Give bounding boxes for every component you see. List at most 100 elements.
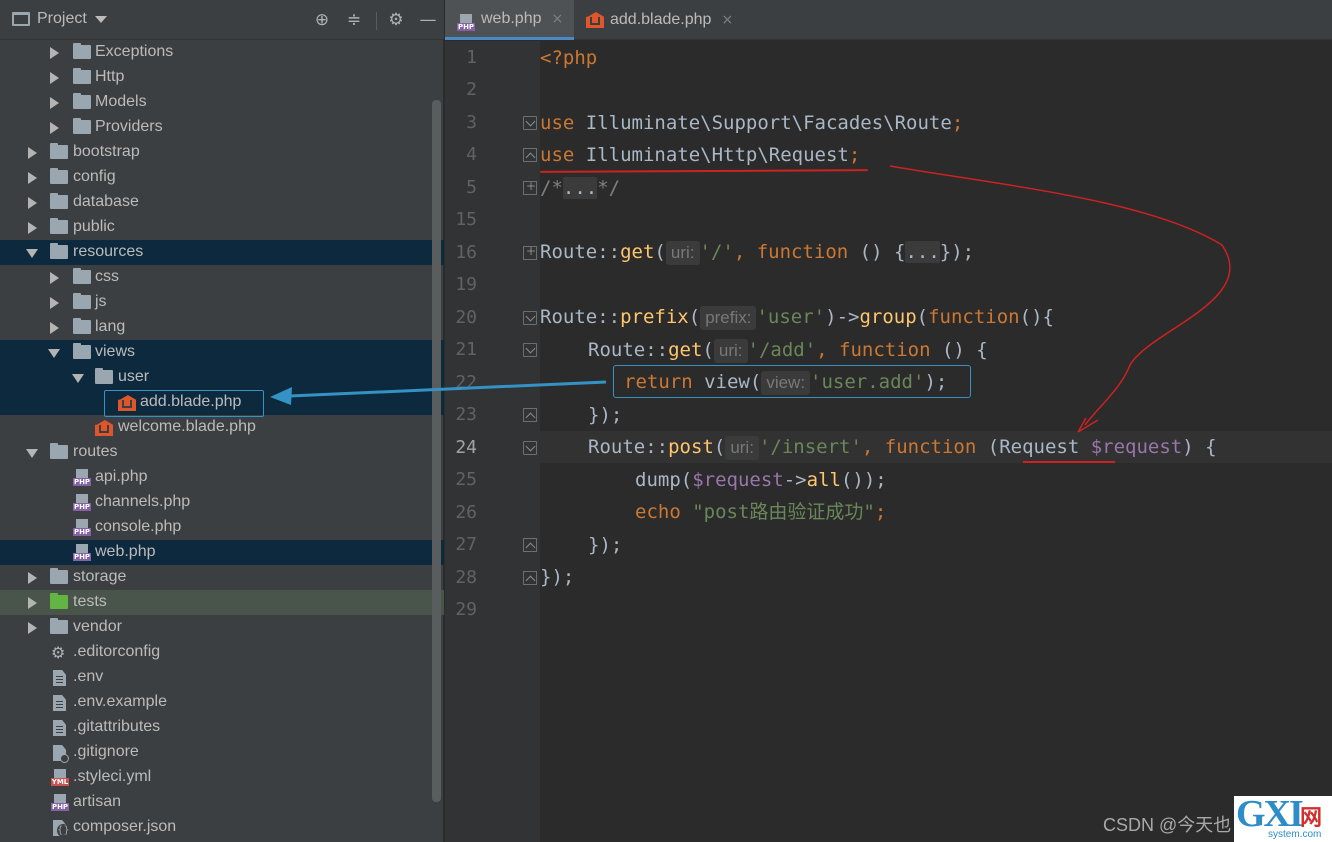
tree-item-routes[interactable]: routes (0, 440, 444, 465)
expand-arrow-icon[interactable] (28, 622, 37, 634)
tree-item-css[interactable]: css (0, 265, 444, 290)
folder-icon (73, 293, 91, 309)
tree-item-js[interactable]: js (0, 290, 444, 315)
tree-item-artisan[interactable]: PHP artisan (0, 790, 444, 815)
expand-arrow-icon[interactable] (28, 222, 37, 234)
collapse-arrow-icon[interactable] (26, 449, 38, 458)
fold-marker-icon[interactable] (523, 311, 537, 325)
line-number: 15 (455, 209, 477, 230)
code-line-23: }); (588, 403, 622, 427)
expand-arrow-icon[interactable] (28, 197, 37, 209)
tree-item-gitattributes[interactable]: .gitattributes (0, 715, 444, 740)
fold-marker-icon[interactable] (523, 343, 537, 357)
tree-item-composer-json[interactable]: {} composer.json (0, 815, 444, 840)
expand-arrow-icon[interactable] (50, 122, 59, 134)
tree-item-channels-php[interactable]: PHP channels.php (0, 490, 444, 515)
tree-item-label: resources (73, 243, 144, 260)
tree-item-welcome-blade[interactable]: welcome.blade.php (0, 415, 444, 440)
tree-item-label: api.php (95, 468, 148, 485)
tree-item-user[interactable]: user (0, 365, 444, 390)
tree-item-models[interactable]: Models (0, 90, 444, 115)
tree-item-public[interactable]: public (0, 215, 444, 240)
tab-add-blade-php[interactable]: add.blade.php × (574, 0, 744, 40)
collapse-all-icon[interactable]: ≑ (344, 10, 364, 30)
json-file-icon: {} (51, 820, 70, 838)
php-file-icon: PHP (73, 519, 91, 536)
blade-file-icon (118, 395, 136, 411)
expand-arrow-icon[interactable] (50, 272, 59, 284)
tree-item-config[interactable]: config (0, 165, 444, 190)
code-editor[interactable]: 1 2 3 4 5 15 16 19 20 21 22 23 24 25 26 … (445, 41, 1332, 842)
tree-item-lang[interactable]: lang (0, 315, 444, 340)
tree-item-add-blade[interactable]: add.blade.php (0, 390, 444, 417)
punct: () { (930, 339, 988, 361)
tree-item-console-php[interactable]: PHP console.php (0, 515, 444, 540)
expand-arrow-icon[interactable] (50, 297, 59, 309)
tree-item-vendor[interactable]: vendor (0, 615, 444, 640)
fold-expand-icon[interactable] (523, 244, 537, 260)
code-line-21: Route::get(uri: '/add', function () { (588, 338, 988, 363)
tree-item-views[interactable]: views (0, 340, 444, 365)
param-hint: uri: (665, 241, 700, 265)
tree-item-api-php[interactable]: PHP api.php (0, 465, 444, 490)
folder-icon (50, 193, 68, 209)
tree-item-label: lang (95, 318, 126, 335)
tree-item-label: artisan (73, 793, 122, 810)
expand-arrow-icon[interactable] (50, 97, 59, 109)
collapse-arrow-icon[interactable] (48, 349, 60, 358)
tree-item-env-example[interactable]: .env.example (0, 690, 444, 715)
line-number: 20 (455, 307, 477, 328)
code-line-4: use Illuminate\Http\Request; (540, 143, 860, 167)
tree-item-editorconfig[interactable]: ⚙ .editorconfig (0, 640, 444, 665)
tree-item-resources[interactable]: resources (0, 240, 444, 265)
project-view-selector[interactable]: Project (12, 10, 107, 28)
expand-arrow-icon[interactable] (28, 597, 37, 609)
fold-marker-icon[interactable] (523, 116, 537, 130)
comment: */ (597, 177, 621, 199)
tree-item-env[interactable]: .env (0, 665, 444, 690)
locate-target-icon[interactable]: ⊕ (312, 10, 332, 30)
tree-item-database[interactable]: database (0, 190, 444, 215)
expand-arrow-icon[interactable] (28, 572, 37, 584)
expand-arrow-icon[interactable] (50, 47, 59, 59)
folder-icon (50, 618, 68, 634)
string: '/' (699, 241, 734, 263)
collapse-arrow-icon[interactable] (72, 374, 84, 383)
fold-marker-icon[interactable] (523, 408, 537, 422)
tree-item-label: add.blade.php (140, 393, 242, 410)
tree-item-styleci[interactable]: YML .styleci.yml (0, 765, 444, 790)
test-folder-icon (50, 593, 68, 609)
folded-region[interactable]: ... (562, 177, 598, 199)
expand-arrow-icon[interactable] (28, 147, 37, 159)
tree-item-bootstrap[interactable]: bootstrap (0, 140, 444, 165)
tree-item-http[interactable]: Http (0, 65, 444, 90)
namespace: Illuminate\Support\Facades\Route (574, 112, 952, 134)
line-number: 5 (466, 177, 477, 198)
gear-icon[interactable]: ⚙ (386, 10, 406, 30)
fold-marker-icon[interactable] (523, 441, 537, 455)
folded-region[interactable]: ... (905, 241, 940, 263)
tree-item-label: .env.example (73, 693, 167, 710)
tree-item-web-php[interactable]: PHP web.php (0, 540, 444, 565)
tree-item-providers[interactable]: Providers (0, 115, 444, 140)
expand-arrow-icon[interactable] (50, 322, 59, 334)
expand-arrow-icon[interactable] (50, 72, 59, 84)
tree-item-storage[interactable]: storage (0, 565, 444, 590)
folder-icon (50, 218, 68, 234)
tree-item-gitignore[interactable]: .gitignore (0, 740, 444, 765)
close-icon[interactable]: × (552, 11, 564, 27)
tree-item-tests[interactable]: tests (0, 590, 444, 615)
fold-marker-icon[interactable] (523, 148, 537, 162)
expand-arrow-icon[interactable] (28, 172, 37, 184)
fold-marker-icon[interactable] (523, 538, 537, 552)
hide-panel-icon[interactable]: — (418, 10, 438, 30)
fold-expand-icon[interactable] (523, 179, 537, 195)
collapse-arrow-icon[interactable] (26, 249, 38, 258)
fold-marker-icon[interactable] (523, 571, 537, 585)
close-icon[interactable]: × (721, 12, 733, 28)
project-scrollbar[interactable] (432, 100, 441, 802)
code-line-20: Route::prefix(prefix:'user')->group(func… (540, 305, 1054, 330)
tab-web-php[interactable]: PHP web.php × (445, 0, 574, 40)
tree-item-exceptions[interactable]: Exceptions (0, 40, 444, 65)
